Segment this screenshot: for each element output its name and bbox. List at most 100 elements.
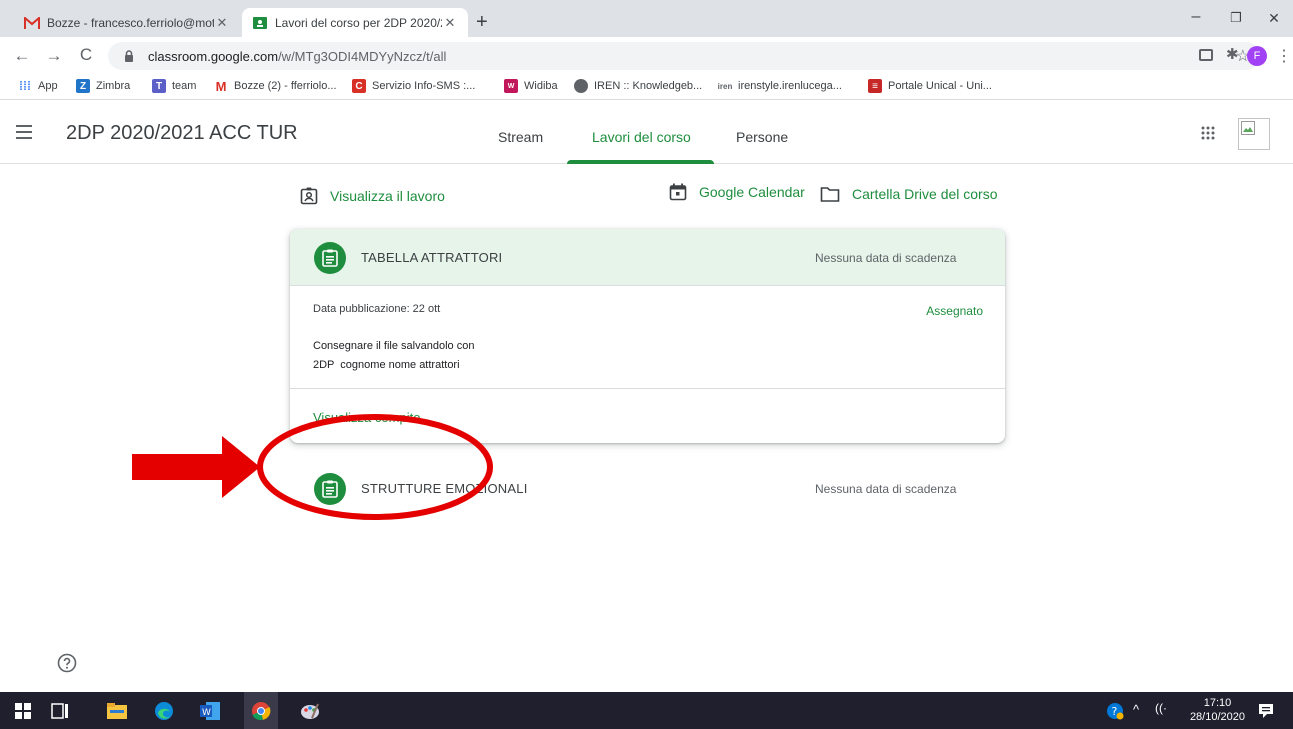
- bookmark-label: Portale Unical - Uni...: [888, 80, 992, 92]
- tab-title: Lavori del corso per 2DP 2020/20: [275, 15, 442, 30]
- drive-folder-link[interactable]: Cartella Drive del corso: [820, 185, 998, 203]
- cast-icon[interactable]: [1199, 49, 1213, 61]
- google-apps-icon[interactable]: [1201, 126, 1215, 140]
- assignment-card-expanded: TABELLA ATTRATTORI Nessuna data di scade…: [290, 229, 1005, 443]
- bookmark-label: Widiba: [524, 80, 558, 92]
- assignment-description: Consegnare il file salvandolo con 2DP co…: [313, 337, 474, 375]
- minimize-button[interactable]: –: [1181, 8, 1211, 26]
- address-bar[interactable]: classroom.google.com/w/MTg3ODI4MDYyNzcz/…: [108, 42, 1260, 70]
- reload-button[interactable]: C: [76, 45, 96, 65]
- red-arrow-annotation: [132, 436, 260, 498]
- bookmark-widiba[interactable]: W Widiba: [504, 79, 558, 93]
- new-tab-button[interactable]: +: [476, 12, 488, 32]
- publish-date: Data pubblicazione: 22 ott: [313, 303, 441, 315]
- paint-icon[interactable]: [299, 700, 321, 722]
- due-date: Nessuna data di scadenza: [815, 251, 957, 265]
- drive-label: Cartella Drive del corso: [852, 186, 998, 202]
- c-icon: C: [352, 79, 366, 93]
- bookmark-label: App: [38, 80, 58, 92]
- lock-icon: [125, 50, 133, 62]
- globe-icon: [574, 79, 588, 93]
- calendar-icon: [669, 183, 687, 201]
- chrome-taskbar-icon[interactable]: [244, 692, 278, 729]
- restore-button[interactable]: ❐: [1221, 10, 1251, 26]
- notifications-icon[interactable]: [1255, 700, 1277, 722]
- windows-start-icon[interactable]: [12, 700, 34, 722]
- active-tab-indicator: [567, 160, 714, 164]
- url-text: classroom.google.com/w/MTg3ODI4MDYyNzcz/…: [148, 49, 447, 64]
- teams-icon: T: [152, 79, 166, 93]
- bookmark-label: Zimbra: [96, 80, 131, 92]
- course-title[interactable]: 2DP 2020/2021 ACC TUR: [66, 122, 298, 145]
- tray-expand-icon[interactable]: ^: [1133, 702, 1139, 717]
- view-work-link[interactable]: Visualizza il lavoro: [300, 187, 445, 205]
- bookmark-info-sms[interactable]: C Servizio Info-SMS :...: [352, 79, 475, 93]
- card-divider: [290, 388, 1005, 389]
- gmail-icon: [24, 15, 40, 31]
- description-line: Consegnare il file salvandolo con: [313, 340, 475, 352]
- browser-tab-strip: Bozze - francesco.ferriolo@motti ✕ Lavor…: [0, 0, 1293, 37]
- system-clock[interactable]: 17:10 28/10/2020: [1190, 696, 1245, 724]
- edge-icon[interactable]: [153, 700, 175, 722]
- bookmark-label: Servizio Info-SMS :...: [372, 80, 476, 92]
- bookmark-unical[interactable]: ≡ Portale Unical - Uni...: [868, 79, 992, 93]
- widiba-icon: W: [504, 79, 518, 93]
- forward-button[interactable]: →: [44, 46, 64, 66]
- task-view-icon[interactable]: [49, 700, 71, 722]
- apps-grid-icon: ⁞⁞⁞: [19, 79, 31, 93]
- assignment-icon: [314, 242, 346, 274]
- assignment-ind-icon: [300, 187, 318, 205]
- assignment-status: Assegnato: [926, 304, 983, 318]
- clock-time: 17:10: [1203, 697, 1232, 709]
- browser-toolbar: ← → C classroom.google.com/w/MTg3ODI4MDY…: [0, 37, 1293, 75]
- classroom-icon: [252, 15, 268, 31]
- tab-gmail-drafts[interactable]: Bozze - francesco.ferriolo@motti ✕: [14, 8, 240, 37]
- assignment-header[interactable]: TABELLA ATTRATTORI Nessuna data di scade…: [290, 229, 1005, 286]
- tab-stream[interactable]: Stream: [498, 129, 543, 145]
- hamburger-menu-icon[interactable]: [16, 125, 32, 139]
- google-calendar-link[interactable]: Google Calendar: [669, 183, 805, 201]
- tab-close-icon[interactable]: ✕: [442, 15, 458, 31]
- assignment-title: TABELLA ATTRATTORI: [361, 250, 503, 265]
- tab-classwork[interactable]: Lavori del corso: [592, 129, 691, 145]
- tab-title: Bozze - francesco.ferriolo@motti: [47, 15, 214, 30]
- account-avatar[interactable]: [1238, 118, 1270, 150]
- profile-avatar[interactable]: F: [1247, 46, 1267, 66]
- extensions-icon[interactable]: ✱: [1226, 45, 1239, 63]
- bookmark-label: irenstyle.irenlucega...: [738, 80, 842, 92]
- file-explorer-icon[interactable]: [106, 700, 128, 722]
- help-tray-icon[interactable]: ?: [1104, 700, 1126, 722]
- chrome-menu-icon[interactable]: ⋮: [1276, 46, 1292, 66]
- clock-date: 28/10/2020: [1189, 711, 1245, 723]
- word-icon[interactable]: W: [199, 700, 221, 722]
- unical-icon: ≡: [868, 79, 882, 93]
- bookmark-app[interactable]: ⁞⁞⁞ App: [18, 79, 58, 93]
- close-window-button[interactable]: ✕: [1259, 10, 1289, 27]
- tab-people[interactable]: Persone: [736, 129, 788, 145]
- folder-icon: [820, 187, 840, 202]
- tab-close-icon[interactable]: ✕: [214, 15, 230, 31]
- classroom-header: 2DP 2020/2021 ACC TUR Stream Lavori del …: [0, 101, 1293, 164]
- red-circle-annotation: [257, 414, 493, 520]
- bookmark-irenstyle[interactable]: iren irenstyle.irenlucega...: [718, 79, 842, 93]
- svg-text:W: W: [202, 708, 211, 718]
- bookmark-label: IREN :: Knowledgeb...: [594, 80, 703, 92]
- bookmark-label: team: [172, 80, 197, 92]
- tab-classroom[interactable]: Lavori del corso per 2DP 2020/20 ✕: [242, 8, 468, 37]
- zimbra-icon: Z: [76, 79, 90, 93]
- bookmark-zimbra[interactable]: Z Zimbra: [76, 79, 130, 93]
- windows-taskbar: W ? ^ ((· 17:10 28/10/2020: [0, 692, 1293, 729]
- view-work-label: Visualizza il lavoro: [330, 188, 445, 204]
- help-icon[interactable]: [57, 653, 77, 673]
- bookmarks-bar: ⁞⁞⁞ App Z Zimbra Tteam M Bozze (2) - fferri…: [0, 75, 1293, 100]
- bookmark-iren-knowledge[interactable]: IREN :: Knowledgeb...: [574, 79, 702, 93]
- bookmark-team[interactable]: Tteam: [152, 79, 196, 93]
- description-line: 2DP cognome nome attrattori: [313, 359, 460, 371]
- bookmark-label: Bozze (2) - fferriolo...: [234, 80, 337, 92]
- bookmark-gmail-drafts[interactable]: M Bozze (2) - fferriolo...: [214, 78, 337, 94]
- iren-icon: iren: [717, 81, 733, 91]
- calendar-label: Google Calendar: [699, 184, 805, 200]
- gmail-icon: M: [215, 78, 227, 94]
- wifi-icon[interactable]: ((·: [1155, 701, 1167, 715]
- back-button[interactable]: ←: [12, 46, 32, 66]
